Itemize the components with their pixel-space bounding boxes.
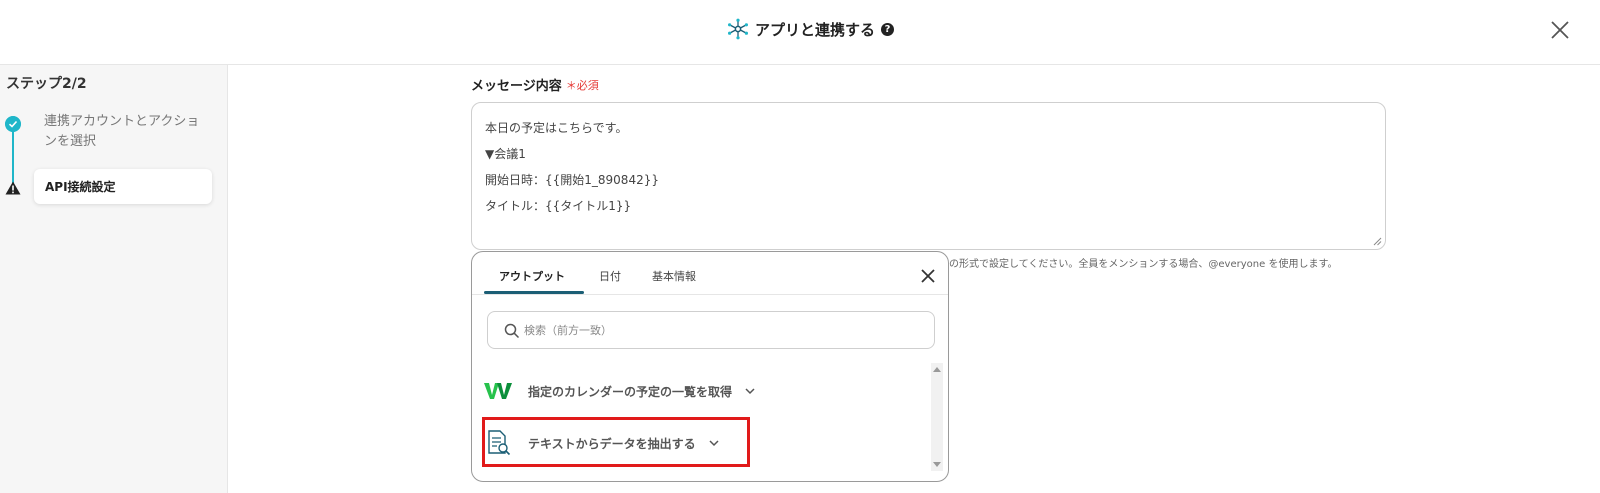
scroll-up-icon[interactable] bbox=[933, 367, 941, 372]
close-icon[interactable] bbox=[1548, 18, 1572, 42]
step-title: ステップ2/2 bbox=[6, 76, 87, 92]
message-line: 本日の予定はこちらです。 bbox=[485, 121, 628, 135]
message-line: タイトル：{{タイトル1}} bbox=[485, 199, 632, 213]
step-sidebar: ステップ2/2 連携アカウントとアクションを選択 API接続設定 bbox=[0, 65, 228, 493]
warning-icon bbox=[5, 181, 21, 195]
search-input[interactable] bbox=[524, 312, 924, 348]
message-line: ▼会議1 bbox=[485, 147, 526, 161]
resize-handle-icon[interactable] bbox=[1372, 236, 1382, 246]
active-tab-indicator bbox=[484, 291, 584, 294]
chevron-down-icon bbox=[745, 388, 755, 395]
tab-basic-info[interactable]: 基本情報 bbox=[652, 268, 696, 284]
field-label-text: メッセージ内容 bbox=[471, 79, 562, 94]
search-box[interactable] bbox=[487, 311, 935, 349]
search-icon bbox=[504, 323, 520, 339]
step-item-select-action[interactable]: 連携アカウントとアクションを選択 bbox=[44, 112, 209, 152]
step-item-api-settings[interactable]: API接続設定 bbox=[34, 169, 212, 204]
header-title-group: アプリと連携する ? bbox=[727, 18, 895, 40]
message-textarea[interactable]: 本日の予定はこちらです。 ▼会議1 開始日時：{{開始1_890842}} タイ… bbox=[471, 102, 1386, 250]
app-logo-icon bbox=[484, 383, 512, 399]
scroll-down-icon[interactable] bbox=[933, 462, 941, 467]
question-circle-icon[interactable]: ? bbox=[881, 22, 895, 36]
popup-tabs: アウトプット 日付 基本情報 bbox=[472, 252, 948, 295]
scrollbar[interactable] bbox=[931, 363, 943, 471]
list-item-calendar-events[interactable]: 指定のカレンダーの予定の一覧を取得 bbox=[484, 367, 756, 415]
message-line: 開始日時：{{開始1_890842}} bbox=[485, 173, 659, 187]
check-circle-icon bbox=[5, 116, 21, 132]
modal-header: アプリと連携する ? bbox=[0, 0, 1600, 65]
variable-picker-popup: アウトプット 日付 基本情報 指定のカレンダーの予定の一覧を取得 bbox=[471, 251, 949, 482]
app-connect-icon bbox=[728, 18, 748, 40]
close-icon[interactable] bbox=[920, 268, 936, 284]
tab-date[interactable]: 日付 bbox=[599, 268, 621, 284]
page-title: アプリと連携する bbox=[755, 20, 876, 39]
highlight-box bbox=[482, 417, 750, 467]
step-connector bbox=[12, 125, 14, 183]
required-badge: ＊必須 bbox=[565, 78, 599, 92]
list-item-label: 指定のカレンダーの予定の一覧を取得 bbox=[528, 384, 733, 399]
tab-output[interactable]: アウトプット bbox=[499, 268, 565, 284]
step-item-label: API接続設定 bbox=[45, 180, 116, 194]
message-hint: の形式で設定してください。全員をメンションする場合、@everyone を使用し… bbox=[949, 259, 1338, 270]
message-field-label: メッセージ内容 ＊必須 bbox=[471, 75, 599, 95]
